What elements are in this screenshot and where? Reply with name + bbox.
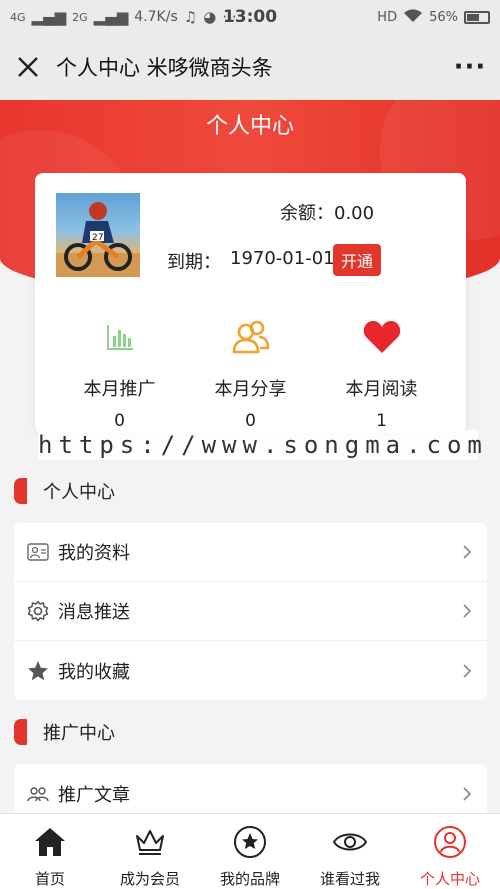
stat-label: 本月阅读: [345, 379, 418, 400]
menu-item-label: 我的资料: [58, 543, 130, 564]
menu-item-label: 我的收藏: [58, 661, 130, 683]
title-bar: 个人中心 米哆微商头条 ···: [0, 34, 500, 100]
menu-item-label: 推广文章: [58, 784, 130, 806]
section-title: 个人中心: [43, 482, 115, 503]
hd-label: HD: [377, 9, 398, 25]
section-marker: [14, 719, 27, 745]
nav-visitors[interactable]: 谁看过我: [300, 814, 400, 889]
chevron-right-icon: [463, 545, 472, 559]
menu-item-label: 消息推送: [58, 602, 130, 623]
more-button[interactable]: ···: [440, 52, 500, 82]
page-title: 个人中心 米哆微商头条: [56, 56, 273, 80]
nav-label: 首页: [34, 870, 65, 888]
badge-icon: [234, 826, 266, 858]
stat-promotion[interactable]: 本月推广 0: [54, 315, 185, 431]
menu-item-profile[interactable]: 我的资料: [14, 523, 487, 582]
stat-label: 本月分享: [214, 379, 287, 400]
menu-item-favorites[interactable]: 我的收藏: [14, 641, 487, 700]
nav-label: 成为会员: [119, 870, 180, 888]
stat-label: 本月推广: [83, 379, 156, 400]
wifi-icon: [403, 8, 423, 27]
stats-row: 本月推广 0 本月分享 0 本月阅读 1: [35, 315, 466, 431]
expire-date: 1970-01-01: [230, 248, 335, 269]
signal-icon: ▂▄▆: [31, 8, 67, 26]
eye-icon: [332, 833, 368, 851]
nav-profile[interactable]: 个人中心: [400, 814, 500, 889]
team-icon: [27, 786, 49, 801]
chevron-right-icon: [463, 663, 472, 678]
section-promotion-header: 推广中心: [14, 717, 115, 747]
close-icon: [18, 57, 38, 77]
chevron-right-icon: [463, 786, 472, 801]
network-2g: 2G: [72, 10, 88, 24]
close-button[interactable]: [0, 34, 56, 100]
balance-text: 余额：0.00: [280, 203, 375, 224]
open-membership-button[interactable]: 开通: [333, 244, 381, 276]
nav-membership[interactable]: 成为会员: [100, 814, 200, 889]
stat-read[interactable]: 本月阅读 1: [316, 315, 447, 431]
stat-value: 0: [114, 411, 125, 431]
gear-icon: [27, 600, 49, 622]
section-marker: [14, 478, 27, 504]
music-icon: ♫: [183, 8, 198, 26]
id-card-icon: [27, 543, 49, 561]
section-personal-header: 个人中心: [14, 476, 115, 506]
status-bar: 4G ▂▄▆ 2G ▂▄▆ 4.7K/s ♫ ◕ ··· 13:00 HD 56…: [0, 0, 500, 34]
app-icon: ◕: [203, 8, 217, 26]
watermark-url: https://www.songma.com: [38, 430, 488, 460]
chevron-right-icon: [463, 604, 472, 618]
nav-label: 我的品牌: [219, 870, 280, 888]
menu-item-push[interactable]: 消息推送: [14, 582, 487, 641]
bottom-navigation: 首页 成为会员 我的品牌 谁看过我 个人中心: [0, 813, 500, 889]
expire-label: 到期：: [167, 252, 221, 273]
signal-icon-2: ▂▄▆: [93, 8, 129, 26]
svg-text:27: 27: [92, 233, 103, 243]
personal-menu: 我的资料 消息推送 我的收藏: [14, 523, 487, 700]
user-circle-icon: [434, 826, 466, 858]
avatar[interactable]: 27: [56, 193, 140, 277]
profile-card: 27 余额：0.00 到期： 1970-01-01 开通 本月推广 0 本月分享…: [35, 173, 466, 433]
stat-value: 1: [376, 411, 387, 431]
nav-brand[interactable]: 我的品牌: [200, 814, 300, 889]
avatar-image: 27: [56, 202, 140, 277]
battery-icon: [464, 10, 490, 24]
star-icon: [28, 660, 48, 680]
users-icon: [232, 320, 269, 354]
net-speed: 4.7K/s: [134, 9, 178, 25]
nav-home[interactable]: 首页: [0, 814, 100, 889]
bar-chart-icon: [106, 325, 133, 350]
nav-label: 个人中心: [419, 870, 480, 888]
network-4g: 4G: [10, 10, 26, 24]
header-title: 个人中心: [205, 114, 294, 139]
section-title: 推广中心: [43, 723, 115, 744]
battery-percent: 56%: [429, 9, 458, 25]
heart-icon: [363, 321, 400, 353]
home-icon: [35, 828, 65, 856]
more-notifications-icon: ···: [222, 8, 237, 26]
crown-icon: [136, 830, 164, 855]
nav-label: 谁看过我: [319, 870, 380, 888]
stat-share[interactable]: 本月分享 0: [185, 315, 316, 431]
stat-value: 0: [245, 411, 256, 431]
